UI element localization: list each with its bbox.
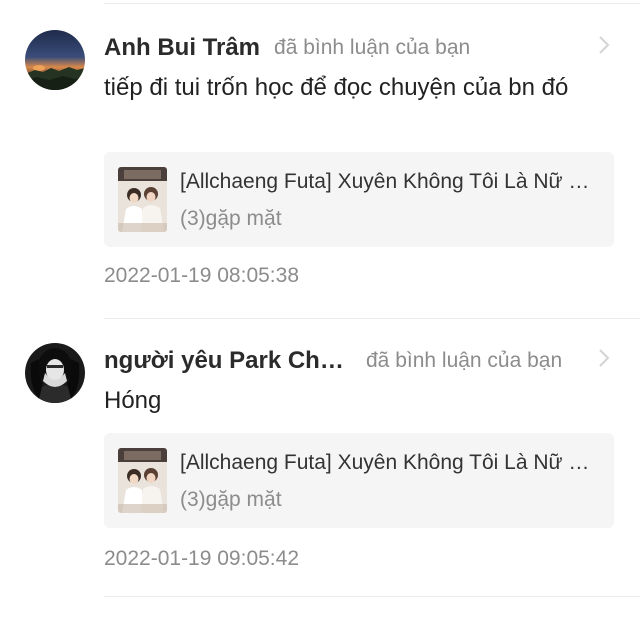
user-name[interactable]: người yêu Park Chaeyoung [104, 347, 344, 375]
comment-text: Hóng [104, 387, 162, 414]
comment-item[interactable]: Anh Bui Trâm đã bình luận của bạn tiếp đ… [0, 30, 640, 310]
avatar[interactable] [25, 343, 85, 403]
divider [104, 318, 640, 319]
comment-action-text: đã bình luận của bạn [274, 36, 471, 59]
avatar[interactable] [25, 30, 85, 90]
sunset-landscape-avatar-icon [25, 30, 85, 90]
chapter-title: (3)gặp mặt [180, 488, 282, 511]
story-title: [Allchaeng Futa] Xuyên Không Tôi Là Nữ C… [180, 451, 598, 474]
user-name[interactable]: Anh Bui Trâm [104, 34, 260, 62]
divider-top [104, 3, 640, 4]
divider [104, 596, 640, 597]
timestamp: 2022-01-19 09:05:42 [104, 547, 299, 570]
comment-action-text: đã bình luận của bạn [366, 349, 563, 372]
timestamp: 2022-01-19 08:05:38 [104, 264, 299, 287]
chevron-right-icon[interactable] [598, 347, 610, 369]
story-cover-image-icon [118, 167, 167, 232]
comment-text: tiếp đi tui trốn học để đọc chuyện của b… [104, 74, 569, 101]
story-title: [Allchaeng Futa] Xuyên Không Tôi Là Nữ C… [180, 170, 598, 193]
comment-header: người yêu Park Chaeyoung đã bình luận củ… [104, 343, 610, 379]
story-thumbnail [118, 167, 167, 232]
story-card[interactable]: [Allchaeng Futa] Xuyên Không Tôi Là Nữ C… [104, 152, 614, 247]
story-card[interactable]: [Allchaeng Futa] Xuyên Không Tôi Là Nữ C… [104, 433, 614, 528]
chevron-right-icon[interactable] [598, 34, 610, 56]
story-cover-image-icon [118, 448, 167, 513]
girl-portrait-avatar-icon [25, 343, 85, 403]
comment-header: Anh Bui Trâm đã bình luận của bạn [104, 30, 610, 66]
story-thumbnail [118, 448, 167, 513]
comment-item[interactable]: người yêu Park Chaeyoung đã bình luận củ… [0, 343, 640, 623]
chapter-title: (3)gặp mặt [180, 207, 282, 230]
